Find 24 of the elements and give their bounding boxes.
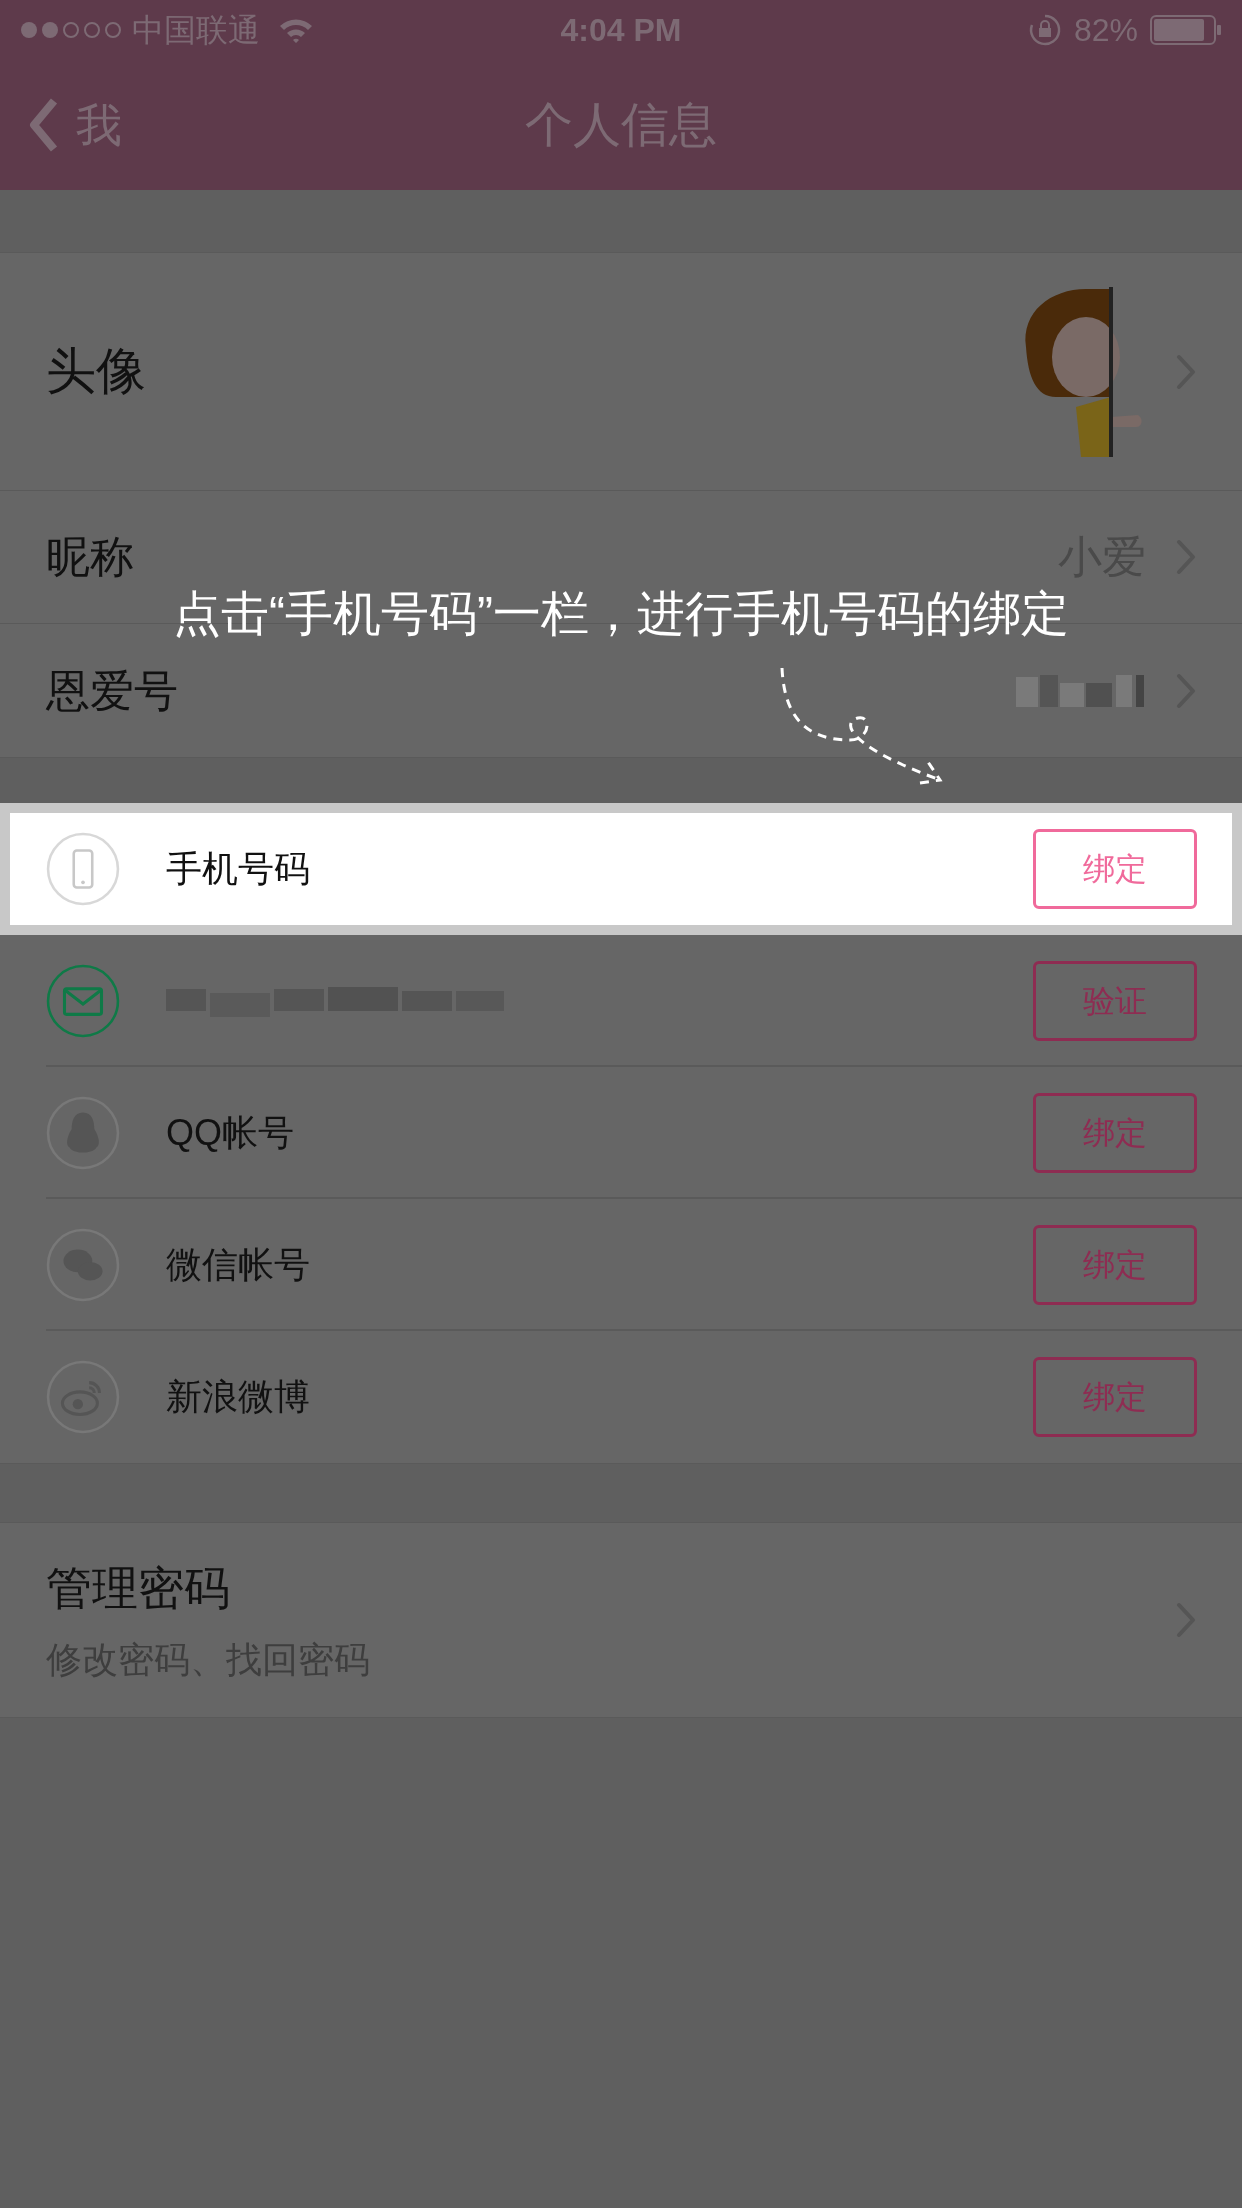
account-row[interactable]: 手机号码 绑定 <box>0 803 1242 935</box>
account-label: 微信帐号 <box>166 1243 310 1287</box>
account-label: 手机号码 <box>166 847 310 891</box>
phone-icon <box>46 832 120 906</box>
account-row[interactable]: 微信帐号 绑定 <box>0 1199 1242 1331</box>
eye-icon <box>46 1360 120 1434</box>
account-row[interactable]: QQ帐号 绑定 <box>0 1067 1242 1199</box>
bind-button[interactable]: 绑定 <box>1033 829 1197 909</box>
rotation-lock-icon <box>1027 13 1062 47</box>
signal-icon <box>20 21 124 39</box>
hint-text: 点击“手机号码”一栏，进行手机号码的绑定 <box>173 587 1069 640</box>
account-row[interactable]: 新浪微博 绑定 <box>0 1331 1242 1463</box>
row-label: 头像 <box>46 342 146 401</box>
chat-icon <box>46 1228 120 1302</box>
row-label: 恩爱号 <box>46 664 178 717</box>
battery-icon <box>1150 15 1222 45</box>
account-label: 新浪微博 <box>166 1375 310 1419</box>
row-label: 昵称 <box>46 531 134 583</box>
penguin-icon <box>46 1096 120 1170</box>
back-chevron-icon <box>28 97 58 153</box>
wifi-icon <box>278 17 314 43</box>
account-label: QQ帐号 <box>166 1111 294 1155</box>
password-title: 管理密码 <box>46 1560 231 1616</box>
mail-icon <box>46 964 120 1038</box>
